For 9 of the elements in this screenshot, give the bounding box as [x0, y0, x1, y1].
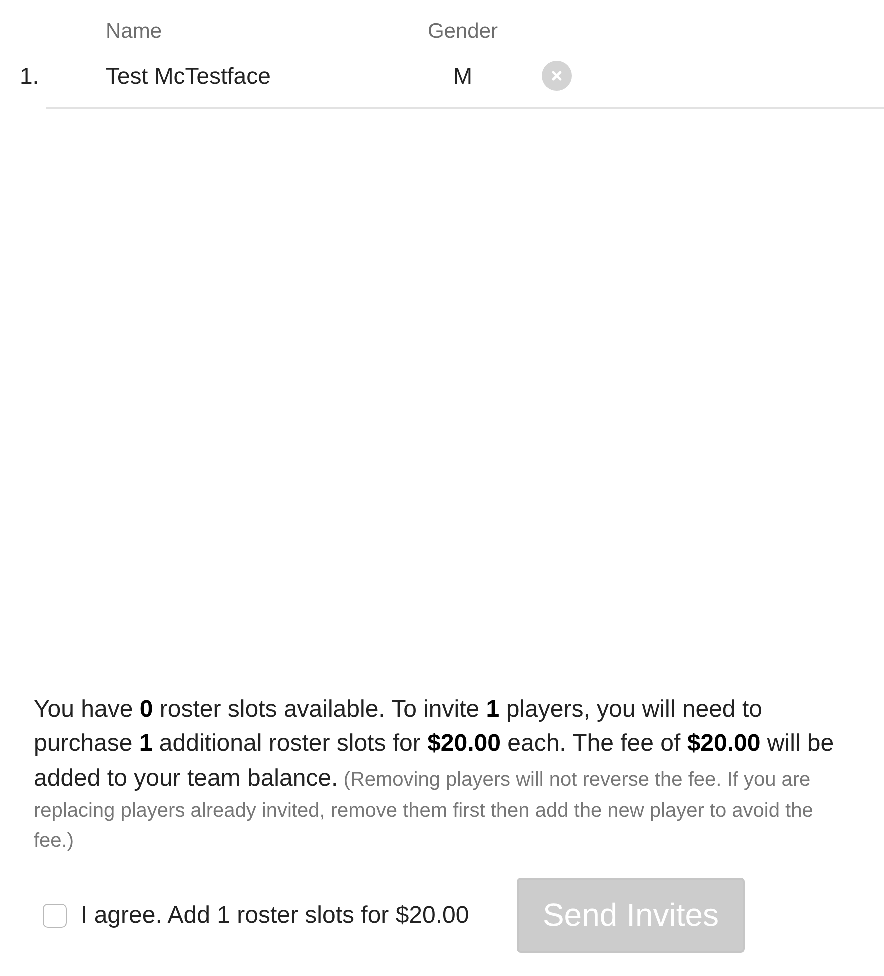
agree-label: I agree. Add 1 roster slots for $20.00: [81, 902, 470, 930]
row-number: 1.: [20, 62, 40, 90]
agree-checkbox[interactable]: [43, 904, 67, 928]
fee-notice-text: You have 0 roster slots available. To invite 1 players, you will need to purchase 1 additional roster slots for $20.00 each. The fee of $20.00 will be added to your team balance. (Removing players will not reverse the fee. If you are replacing players already invited, remove them first then add the new player to avoid the fee.): [34, 694, 836, 854]
remove-icon[interactable]: [542, 61, 572, 91]
player-name: Test McTestface: [106, 62, 272, 90]
name-column-header: Name: [106, 20, 164, 44]
gender-column-header: Gender: [428, 20, 498, 44]
player-gender: M: [453, 62, 473, 90]
